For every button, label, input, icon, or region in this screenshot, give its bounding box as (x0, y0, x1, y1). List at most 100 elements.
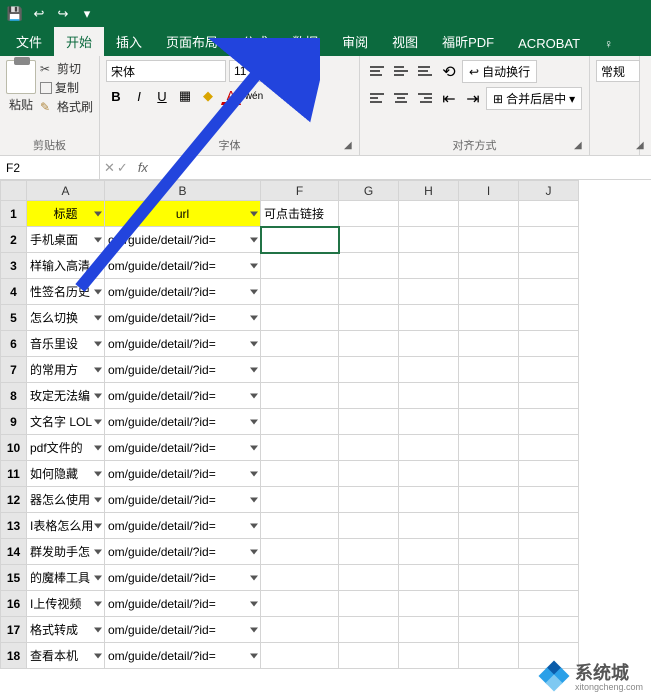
merge-center-button[interactable]: ⊞合并后居中▾ (486, 87, 582, 110)
select-all-corner[interactable] (1, 181, 27, 201)
cell[interactable] (261, 305, 339, 331)
row-header[interactable]: 1 (1, 201, 27, 227)
cell[interactable]: 格式转成 (27, 617, 105, 643)
cell[interactable] (459, 643, 519, 669)
cell[interactable] (459, 565, 519, 591)
cell[interactable] (261, 357, 339, 383)
cell[interactable] (459, 253, 519, 279)
cell[interactable]: url (105, 201, 261, 227)
align-right-icon[interactable] (414, 89, 436, 109)
row-header[interactable]: 8 (1, 383, 27, 409)
row-header[interactable]: 11 (1, 461, 27, 487)
cell[interactable] (339, 513, 399, 539)
align-center-icon[interactable] (390, 89, 412, 109)
undo-icon[interactable]: ↩ (30, 5, 48, 23)
cell[interactable] (339, 279, 399, 305)
cell[interactable]: 手机桌面 (27, 227, 105, 253)
row-header[interactable]: 9 (1, 409, 27, 435)
row-header[interactable]: 10 (1, 435, 27, 461)
cell[interactable]: 如何隐藏 (27, 461, 105, 487)
cell[interactable] (261, 591, 339, 617)
cell[interactable]: 器怎么使用 (27, 487, 105, 513)
row-header[interactable]: 12 (1, 487, 27, 513)
number-format-combo[interactable] (596, 60, 640, 82)
formula-input[interactable] (154, 156, 651, 179)
cell[interactable] (519, 539, 579, 565)
cell[interactable]: om/guide/detail/?id= (105, 643, 261, 669)
worksheet-grid[interactable]: A B F G H I J 1标题url可点击链接2手机桌面om/guide/d… (0, 180, 651, 700)
tell-me-icon[interactable]: ♀ (592, 32, 625, 56)
dialog-launcher-icon[interactable]: ◢ (344, 140, 356, 152)
cell[interactable]: 音乐里设 (27, 331, 105, 357)
cell[interactable] (519, 513, 579, 539)
cell[interactable]: I表格怎么用 (27, 513, 105, 539)
cell[interactable] (339, 591, 399, 617)
cell[interactable] (339, 409, 399, 435)
cell[interactable] (459, 539, 519, 565)
cell[interactable]: om/guide/detail/?id= (105, 513, 261, 539)
cell[interactable] (339, 331, 399, 357)
row-header[interactable]: 15 (1, 565, 27, 591)
cell[interactable] (519, 201, 579, 227)
cell[interactable] (399, 643, 459, 669)
cell[interactable] (261, 539, 339, 565)
phonetic-button[interactable]: wén (244, 86, 264, 106)
cell[interactable] (399, 539, 459, 565)
cell[interactable]: 查看本机 (27, 643, 105, 669)
cell[interactable]: om/guide/detail/?id= (105, 591, 261, 617)
cell[interactable] (459, 487, 519, 513)
tab-view[interactable]: 视图 (380, 27, 430, 56)
cell[interactable]: om/guide/detail/?id= (105, 383, 261, 409)
cell[interactable] (399, 253, 459, 279)
orientation-icon[interactable]: ⟲ (438, 62, 460, 82)
col-header-a[interactable]: A (27, 181, 105, 201)
cell[interactable] (339, 487, 399, 513)
underline-button[interactable]: U (152, 86, 172, 106)
cell[interactable] (261, 565, 339, 591)
border-button[interactable]: ▦ (175, 86, 195, 106)
cell[interactable] (519, 357, 579, 383)
cell[interactable]: 的魔棒工具 (27, 565, 105, 591)
cell[interactable] (399, 487, 459, 513)
font-name-combo[interactable] (106, 60, 226, 82)
col-header-j[interactable]: J (519, 181, 579, 201)
cell[interactable] (339, 435, 399, 461)
wrap-text-button[interactable]: ↩自动换行 (462, 60, 537, 83)
col-header-i[interactable]: I (459, 181, 519, 201)
cell[interactable] (399, 461, 459, 487)
cell[interactable] (339, 357, 399, 383)
cell[interactable] (459, 435, 519, 461)
enter-formula-icon[interactable]: ✓ (117, 160, 128, 176)
cell[interactable] (459, 591, 519, 617)
tab-acrobat[interactable]: ACROBAT (506, 31, 592, 56)
cancel-formula-icon[interactable]: ✕ (104, 160, 115, 176)
cell[interactable] (459, 305, 519, 331)
cell[interactable] (459, 409, 519, 435)
col-header-b[interactable]: B (105, 181, 261, 201)
cell[interactable]: I上传视频 (27, 591, 105, 617)
row-header[interactable]: 16 (1, 591, 27, 617)
cell[interactable] (519, 435, 579, 461)
cell[interactable] (399, 305, 459, 331)
cell[interactable]: 文名字 LOL (27, 409, 105, 435)
row-header[interactable]: 18 (1, 643, 27, 669)
cell[interactable] (261, 331, 339, 357)
cell[interactable] (399, 617, 459, 643)
tab-insert[interactable]: 插入 (104, 27, 154, 56)
save-icon[interactable]: 💾 (6, 5, 24, 23)
font-color-button[interactable]: A (221, 88, 241, 105)
cell[interactable] (399, 435, 459, 461)
cell[interactable] (519, 461, 579, 487)
cell[interactable] (519, 305, 579, 331)
row-header[interactable]: 2 (1, 227, 27, 253)
cell[interactable] (399, 279, 459, 305)
cell[interactable] (519, 383, 579, 409)
align-top-icon[interactable] (366, 62, 388, 82)
tab-foxit-pdf[interactable]: 福昕PDF (430, 27, 506, 56)
cell[interactable] (399, 227, 459, 253)
row-header[interactable]: 13 (1, 513, 27, 539)
row-header[interactable]: 14 (1, 539, 27, 565)
col-header-f[interactable]: F (261, 181, 339, 201)
cell[interactable] (339, 383, 399, 409)
increase-font-icon[interactable]: A (274, 61, 294, 81)
